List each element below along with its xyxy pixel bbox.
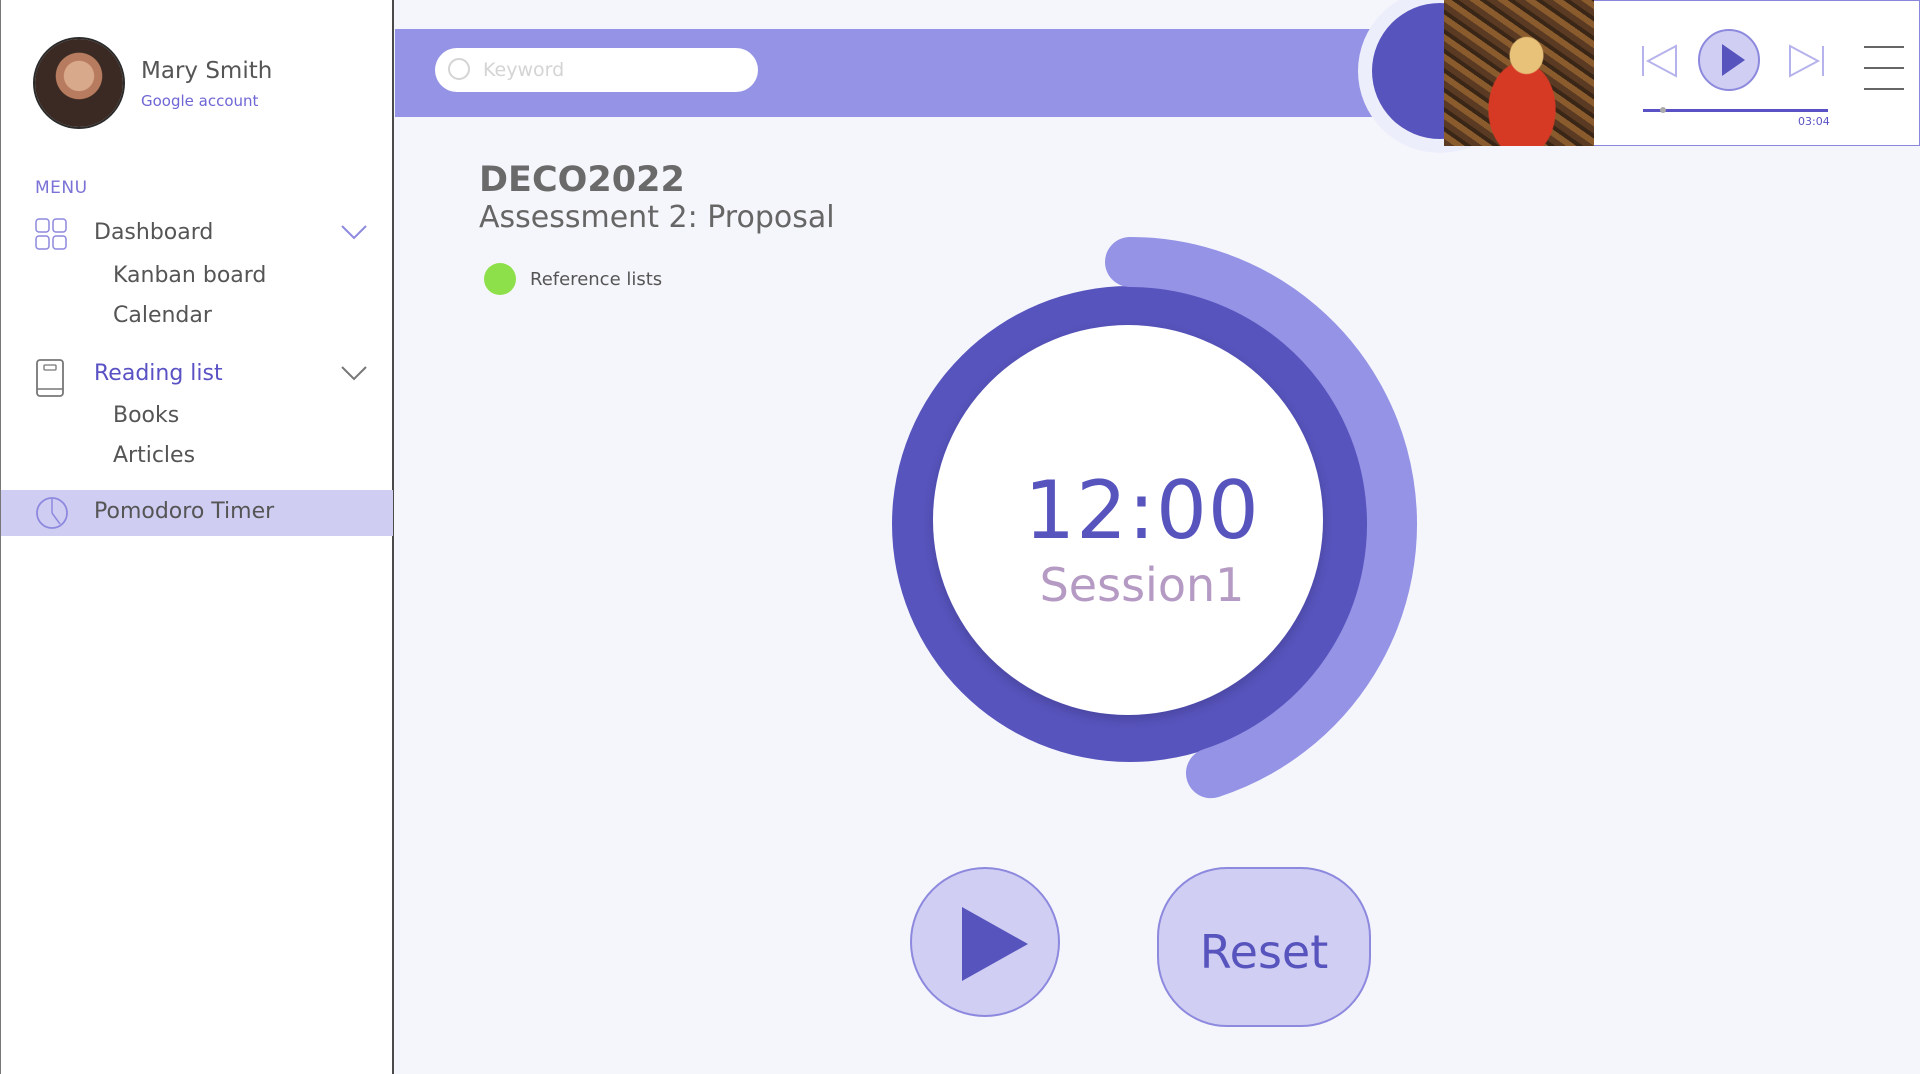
clock-icon (35, 496, 69, 534)
sidebar-subitem-articles[interactable]: Articles (113, 443, 195, 468)
chevron-down-icon[interactable] (341, 365, 367, 385)
menu-label: MENU (35, 178, 88, 198)
sidebar-item-pomodoro[interactable]: Pomodoro Timer (1, 490, 393, 536)
sidebar-item-label: Pomodoro Timer (94, 499, 275, 524)
user-account-label: Google account (141, 92, 259, 110)
search-icon (447, 57, 471, 81)
player-play-button[interactable] (1698, 29, 1760, 91)
timer-display: 12:00 (1024, 464, 1260, 557)
sidebar-item-reading-list[interactable]: Reading list (1, 355, 393, 397)
reset-button[interactable]: Reset (1157, 867, 1371, 1027)
chevron-down-icon[interactable] (341, 224, 367, 244)
sidebar-subitem-books[interactable]: Books (113, 403, 179, 428)
avatar[interactable] (35, 39, 123, 127)
previous-track-icon[interactable] (1640, 44, 1678, 82)
sidebar: Mary Smith Google account MENU Dashboard… (0, 0, 394, 1074)
play-icon (1722, 44, 1745, 76)
course-code: DECO2022 (479, 160, 685, 200)
album-cover-image (1444, 0, 1594, 146)
sidebar-item-dashboard[interactable]: Dashboard (1, 214, 393, 254)
reference-lists-label[interactable]: Reference lists (530, 269, 662, 290)
play-icon (962, 907, 1028, 981)
next-track-icon[interactable] (1788, 44, 1826, 82)
book-icon (35, 359, 65, 403)
sidebar-item-label: Reading list (94, 361, 223, 386)
assessment-title: Assessment 2: Proposal (479, 200, 835, 235)
search-input[interactable] (435, 48, 758, 92)
status-dot (484, 263, 516, 295)
start-timer-button[interactable] (910, 867, 1060, 1017)
sidebar-subitem-kanban[interactable]: Kanban board (113, 263, 266, 288)
grid-icon (35, 218, 67, 254)
hamburger-menu-icon[interactable] (1862, 44, 1906, 96)
user-name: Mary Smith (141, 58, 273, 84)
sidebar-subitem-calendar[interactable]: Calendar (113, 303, 212, 328)
sidebar-item-label: Dashboard (94, 220, 214, 245)
player-progress-bar[interactable] (1643, 109, 1828, 112)
track-time: 03:04 (1798, 115, 1830, 128)
player-progress-knob[interactable] (1660, 107, 1666, 113)
session-label: Session1 (1039, 558, 1245, 612)
